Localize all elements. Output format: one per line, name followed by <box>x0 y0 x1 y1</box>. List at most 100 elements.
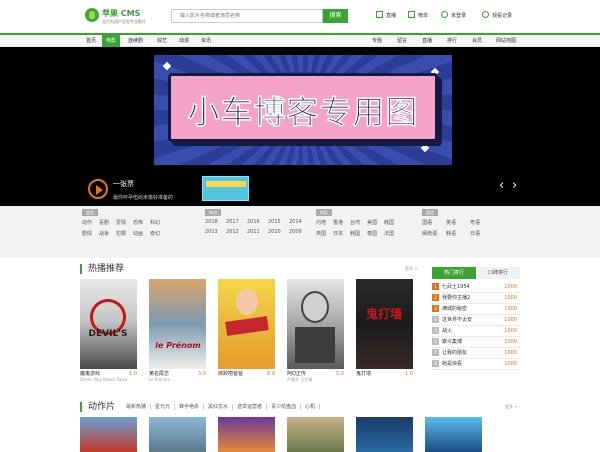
play-icon[interactable] <box>88 179 108 199</box>
menu-series[interactable]: 连续剧 <box>124 35 147 47</box>
rank-value: 1000 <box>504 350 517 356</box>
subnav-item[interactable]: 黑红抗水 <box>204 404 234 410</box>
next-arrow-icon[interactable]: › <box>512 179 517 192</box>
filter-item[interactable]: 2010 <box>268 229 289 235</box>
subnav-item[interactable]: 最新热播 <box>122 404 152 410</box>
rank-item[interactable]: 3 满城的秘密 1000 <box>432 304 520 315</box>
filter-item[interactable]: 2017 <box>226 219 247 225</box>
menu-rank[interactable]: 排行 <box>443 35 461 47</box>
filter-item[interactable]: 韩国 <box>350 230 367 237</box>
movie-poster[interactable] <box>287 417 344 452</box>
clock-icon <box>482 11 489 18</box>
filter-item[interactable]: 日本 <box>333 230 350 237</box>
rank-value: 1000 <box>504 295 517 301</box>
filter-item[interactable]: 动画 <box>133 230 150 237</box>
section-title-hot: 热播推荐 <box>80 264 124 274</box>
rank-item[interactable]: 5 战火 1000 <box>432 326 520 337</box>
topnav-history[interactable]: 观看记录 <box>482 10 512 22</box>
menu-sitemap[interactable]: 网站地图 <box>492 35 520 47</box>
filter-item[interactable]: 爱情 <box>116 219 133 226</box>
movie-card[interactable]: 阿Q正传 严顺开 王文娟 5.0 <box>287 279 344 383</box>
filter-item[interactable]: 科幻 <box>150 219 167 226</box>
rank-item[interactable]: 6 聚众集博 1000 <box>432 337 520 348</box>
subnav-item[interactable]: 选举运营者 <box>233 404 268 410</box>
rank-item[interactable]: 7 让我的朋友 1000 <box>432 348 520 359</box>
menu-anime[interactable]: 动漫 <box>175 35 193 47</box>
filter-item[interactable]: 日语 <box>470 230 494 237</box>
banner-poster[interactable]: 小车博客专用图 <box>154 55 452 165</box>
slide-title[interactable]: 一张票 <box>113 179 134 189</box>
menu-topic[interactable]: 专题 <box>368 35 386 47</box>
prev-arrow-icon[interactable]: ‹ <box>499 179 504 192</box>
movie-poster[interactable] <box>80 417 137 452</box>
filter-item[interactable]: 动作 <box>82 219 99 226</box>
filter-item[interactable]: 韩国 <box>384 219 401 226</box>
filter-item[interactable]: 2018 <box>205 219 226 225</box>
filter-item[interactable]: 2016 <box>247 219 268 225</box>
filter-item[interactable]: 英国 <box>316 230 333 237</box>
filter-item[interactable]: 喜剧 <box>99 219 116 226</box>
tab-praise-rank[interactable]: 口碑排行 <box>476 267 520 279</box>
topnav-login[interactable]: 未登录 <box>441 10 466 22</box>
subnav-item[interactable]: 星元元 <box>151 404 176 410</box>
filter-item[interactable]: 香港 <box>333 219 350 226</box>
filter-item[interactable]: 恐怖 <box>133 219 150 226</box>
filter-item[interactable]: 泰国 <box>367 230 384 237</box>
filter-item[interactable]: 2014 <box>289 219 310 225</box>
rank-item[interactable]: 2 我要你主播2 1000 <box>432 293 520 304</box>
rank-item[interactable]: 4 这世界不太安 1000 <box>432 315 520 326</box>
filter-item[interactable]: 法国 <box>384 230 401 237</box>
filter-item[interactable]: 内地 <box>316 219 333 226</box>
filter-item[interactable]: 粤语 <box>470 219 494 226</box>
filter-item[interactable]: 2011 <box>247 229 268 235</box>
filter-item[interactable]: 奇幻 <box>150 230 167 237</box>
search-input[interactable] <box>172 10 322 22</box>
filter-item[interactable]: 2013 <box>205 229 226 235</box>
filter-item[interactable]: 2012 <box>226 229 247 235</box>
rank-value: 1000 <box>504 328 517 334</box>
search-button[interactable]: 搜索 <box>323 9 348 23</box>
slide-thumbnail[interactable] <box>202 176 249 201</box>
filter-item[interactable]: 英语 <box>446 219 470 226</box>
more-link[interactable]: 更多 > <box>405 266 418 272</box>
movie-poster[interactable] <box>149 417 206 452</box>
movie-card[interactable]: 鬼打墙 鬼打墙 1.0 <box>356 279 413 377</box>
filter-item[interactable]: 韩语 <box>446 230 470 237</box>
menu-guestbook[interactable]: 留言 <box>393 35 411 47</box>
filter-tag: 地区 <box>316 209 332 216</box>
filter-item[interactable]: 2015 <box>268 219 289 225</box>
site-logo[interactable]: 苹果 CMS 全力为用户呈现专业影片 <box>85 6 146 28</box>
menu-live[interactable]: 直播 <box>418 35 436 47</box>
rank-title: 她是快看 <box>442 361 463 367</box>
topnav-ranking[interactable]: 榜单 <box>408 10 428 22</box>
rank-value: 1000 <box>504 306 517 312</box>
movie-poster[interactable] <box>218 417 275 452</box>
menu-news[interactable]: 资讯 <box>197 35 215 47</box>
menu-variety[interactable]: 综艺 <box>153 35 171 47</box>
tab-hot-rank[interactable]: 热门排行 <box>432 267 476 279</box>
filter-item[interactable]: 闽南语 <box>422 230 446 237</box>
movie-card[interactable]: le Prénom 某名尾恋 Le Prénom 3.0 <box>149 279 206 382</box>
subnav-item[interactable]: 心机 <box>301 404 321 410</box>
subnav-item[interactable]: 青少凯盘血 <box>267 404 302 410</box>
menu-home[interactable]: 首页 <box>82 35 100 47</box>
movie-poster[interactable] <box>425 417 482 452</box>
more-link[interactable]: 更多 > <box>505 404 518 410</box>
filter-region: 地区 内地 香港 台湾 美国 韩国 英国 日本 韩国 泰国 法国 <box>316 209 401 237</box>
filter-item[interactable]: 战争 <box>99 230 116 237</box>
filter-item[interactable]: 剧情 <box>82 230 99 237</box>
filter-item[interactable]: 国语 <box>422 219 446 226</box>
filter-item[interactable]: 2009 <box>289 229 310 235</box>
filter-item[interactable]: 美国 <box>367 219 384 226</box>
menu-movie[interactable]: 电影 <box>102 35 121 47</box>
filter-item[interactable]: 台湾 <box>350 219 367 226</box>
subnav-item[interactable]: 蜂手绝杀 <box>175 404 205 410</box>
movie-card[interactable]: 摔跤吧爸爸 8.0 <box>218 279 275 377</box>
movie-poster[interactable] <box>356 417 413 452</box>
filter-item[interactable]: 犯罪 <box>116 230 133 237</box>
menu-member[interactable]: 会员 <box>468 35 486 47</box>
movie-card[interactable]: DEVIL'S 魔鬼游戏 Devils Play Knock Twice 1.0 <box>80 279 137 382</box>
rank-item[interactable]: 8 她是快看 1000 <box>432 359 520 370</box>
topnav-live[interactable]: 直播 <box>376 10 396 22</box>
rank-item[interactable]: 1 七武士1954 1000 <box>432 282 520 293</box>
